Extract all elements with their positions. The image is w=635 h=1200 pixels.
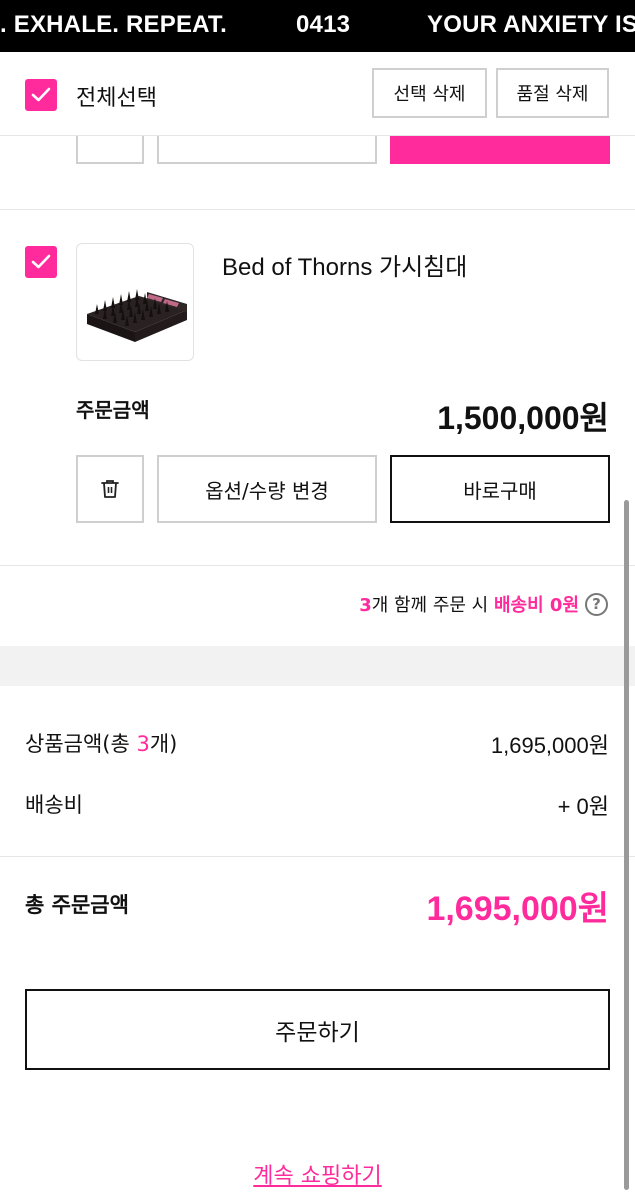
product-amount-suffix: 개) <box>149 732 178 756</box>
help-icon[interactable]: ? <box>585 592 608 616</box>
prev-option-button[interactable] <box>157 136 377 164</box>
section-separator <box>0 646 635 686</box>
product-thumbnail[interactable] <box>76 243 194 361</box>
marquee-banner: . EXHALE. REPEAT. 0413 YOUR ANXIETY IS <box>0 0 635 52</box>
divider <box>0 856 635 857</box>
shipping-notice-text: 개 함께 주문 시 <box>371 595 494 616</box>
total-order-label: 총 주문금액 <box>25 893 129 917</box>
shipping-notice: 3개 함께 주문 시 배송비 0원 ? <box>359 591 608 617</box>
scrollbar[interactable] <box>624 500 629 1190</box>
shipping-item-count: 3 <box>359 595 372 616</box>
delete-selected-button[interactable]: 선택 삭제 <box>372 68 487 118</box>
shipping-fee-label: 배송비 <box>25 793 83 817</box>
product-amount-label: 상품금액(총 3개) <box>25 728 177 758</box>
select-all-bar: 전체선택 선택 삭제 품절 삭제 <box>0 52 635 136</box>
banner-text: . EXHALE. REPEAT. <box>0 11 227 38</box>
total-order-value: 1,695,000원 <box>426 890 609 928</box>
product-name[interactable]: Bed of Thorns 가시침대 <box>222 247 467 282</box>
banner-text: YOUR ANXIETY IS <box>427 11 635 38</box>
item-checkbox[interactable] <box>25 246 57 278</box>
product-amount-value: 1,695,000원 <box>490 733 609 758</box>
divider <box>0 565 635 566</box>
delete-soldout-button[interactable]: 품절 삭제 <box>496 68 609 118</box>
prev-buy-now-button[interactable] <box>390 136 610 164</box>
option-quantity-button[interactable]: 옵션/수량 변경 <box>157 455 377 523</box>
check-icon <box>31 254 51 269</box>
order-amount-label: 주문금액 <box>76 398 150 422</box>
order-amount-value: 1,500,000원 <box>437 400 609 436</box>
prev-trash-button[interactable] <box>76 136 144 164</box>
select-all-checkbox[interactable] <box>25 79 57 111</box>
order-button[interactable]: 주문하기 <box>25 989 610 1070</box>
bed-of-thorns-image <box>87 289 187 342</box>
delete-item-button[interactable] <box>76 455 144 523</box>
trash-icon <box>101 480 119 498</box>
shipping-fee-value: + 0원 <box>557 794 609 819</box>
product-count: 3 <box>136 732 150 756</box>
select-all-label: 전체선택 <box>76 86 157 111</box>
check-icon <box>31 87 51 102</box>
banner-text: 0413 <box>296 11 351 38</box>
free-shipping-highlight: 배송비 0원 <box>493 595 579 616</box>
product-amount-prefix: 상품금액(총 <box>25 732 137 756</box>
previous-cart-item <box>0 136 635 210</box>
continue-shopping-link[interactable]: 계속 쇼핑하기 <box>0 1158 635 1190</box>
buy-now-button[interactable]: 바로구매 <box>390 455 610 523</box>
